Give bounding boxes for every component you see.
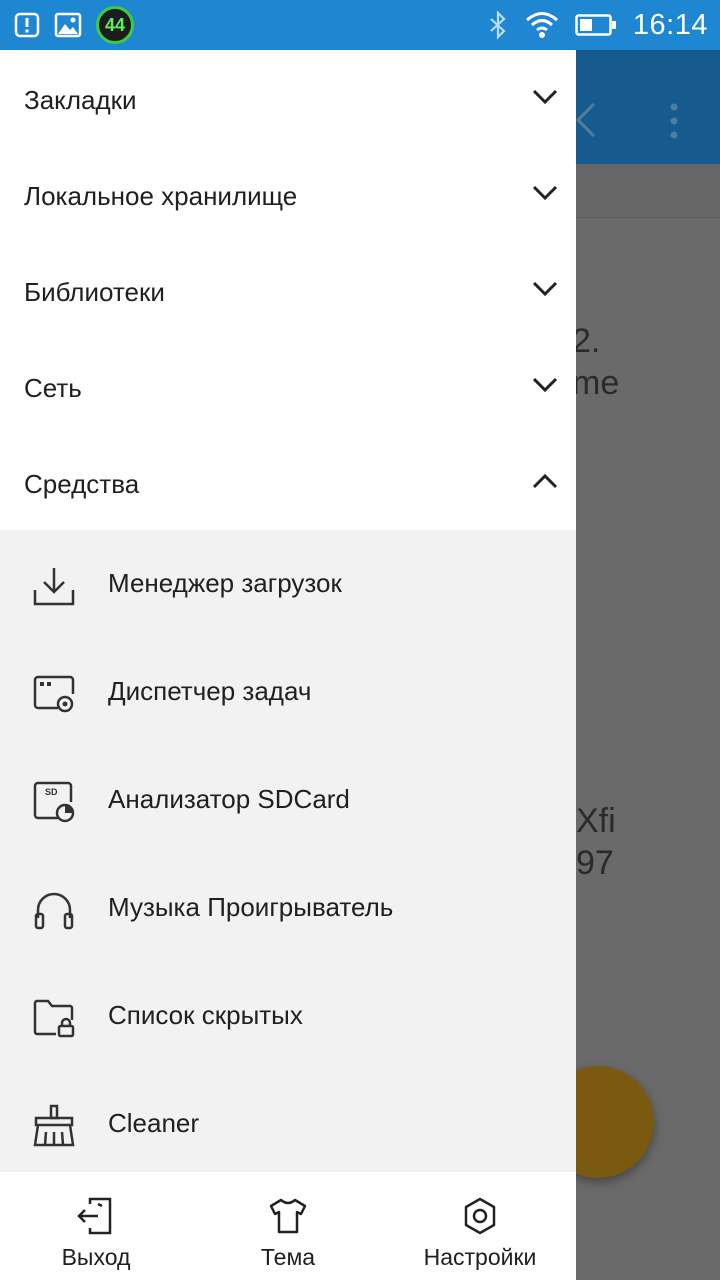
background-text: Xfi xyxy=(576,802,616,840)
chevron-down-icon xyxy=(532,281,558,297)
chevron-down-icon xyxy=(532,377,558,393)
clock: 16:14 xyxy=(632,8,708,41)
exit-label: Выход xyxy=(61,1244,131,1270)
task-manager-icon xyxy=(33,675,75,713)
background-text: 97 xyxy=(576,844,614,882)
hidden-folder-icon xyxy=(33,999,75,1038)
section-network[interactable]: Сеть xyxy=(0,340,576,436)
wifi-icon xyxy=(525,12,558,38)
tshirt-icon xyxy=(269,1198,307,1234)
section-local-storage[interactable]: Локальное хранилище xyxy=(0,148,576,244)
tool-label: Музыка Проигрыватель xyxy=(108,892,394,922)
section-label: Средства xyxy=(24,468,140,499)
settings-button[interactable]: Настройки xyxy=(400,1172,560,1280)
download-icon xyxy=(33,568,75,606)
tool-label: Список скрытых xyxy=(108,1000,303,1030)
chevron-down-icon xyxy=(532,89,558,105)
tool-item-download-manager[interactable]: Менеджер загрузок xyxy=(0,530,576,638)
section-label: Локальное хранилище xyxy=(24,180,298,211)
tools-list: Менеджер загрузок Диспетчер задач SD Ана… xyxy=(0,530,576,1172)
battery-icon xyxy=(575,14,616,36)
section-libraries[interactable]: Библиотеки xyxy=(0,244,576,340)
status-bar: 44 16:14 xyxy=(0,0,720,50)
tool-label: Анализатор SDCard xyxy=(108,784,350,814)
tool-item-cleaner[interactable]: Cleaner xyxy=(0,1070,576,1178)
theme-button[interactable]: Тема xyxy=(228,1172,348,1280)
image-notification-icon xyxy=(54,12,82,38)
broom-icon xyxy=(33,1104,75,1147)
headphones-icon xyxy=(34,892,74,930)
gear-icon xyxy=(464,1197,496,1235)
alert-notification-icon xyxy=(14,12,40,38)
drawer-bottom-bar: Выход Тема Настройки xyxy=(0,1172,576,1280)
tool-item-sdcard-analyzer[interactable]: SD Анализатор SDCard xyxy=(0,746,576,854)
notification-icons: 44 xyxy=(14,6,134,44)
chevron-up-icon xyxy=(532,473,558,489)
chevron-down-icon xyxy=(532,185,558,201)
sdcard-analyzer-icon: SD xyxy=(33,781,75,823)
section-label: Сеть xyxy=(24,372,82,403)
section-tools[interactable]: Средства xyxy=(0,436,576,532)
navigation-drawer: Закладки Локальное хранилище Библиотеки … xyxy=(0,50,576,1280)
svg-text:SD: SD xyxy=(45,787,58,797)
background-text: me xyxy=(572,364,620,402)
tool-item-task-manager[interactable]: Диспетчер задач xyxy=(0,638,576,746)
exit-icon xyxy=(77,1197,112,1235)
system-icons: 16:14 xyxy=(487,0,708,50)
section-bookmarks[interactable]: Закладки xyxy=(0,52,576,148)
tool-label: Диспетчер задач xyxy=(108,676,312,706)
counter-badge: 44 xyxy=(96,6,134,44)
more-options-icon xyxy=(670,103,678,139)
tool-item-music-player[interactable]: Музыка Проигрыватель xyxy=(0,854,576,962)
tool-label: Cleaner xyxy=(108,1108,200,1138)
theme-label: Тема xyxy=(260,1244,316,1270)
section-label: Библиотеки xyxy=(24,276,165,307)
tool-item-hidden-list[interactable]: Список скрытых xyxy=(0,962,576,1070)
exit-button[interactable]: Выход xyxy=(36,1172,156,1280)
tool-label: Менеджер загрузок xyxy=(108,568,342,598)
settings-label: Настройки xyxy=(423,1244,537,1270)
section-label: Закладки xyxy=(24,84,137,115)
bluetooth-icon xyxy=(490,10,506,40)
background-text: 2. xyxy=(572,322,601,360)
